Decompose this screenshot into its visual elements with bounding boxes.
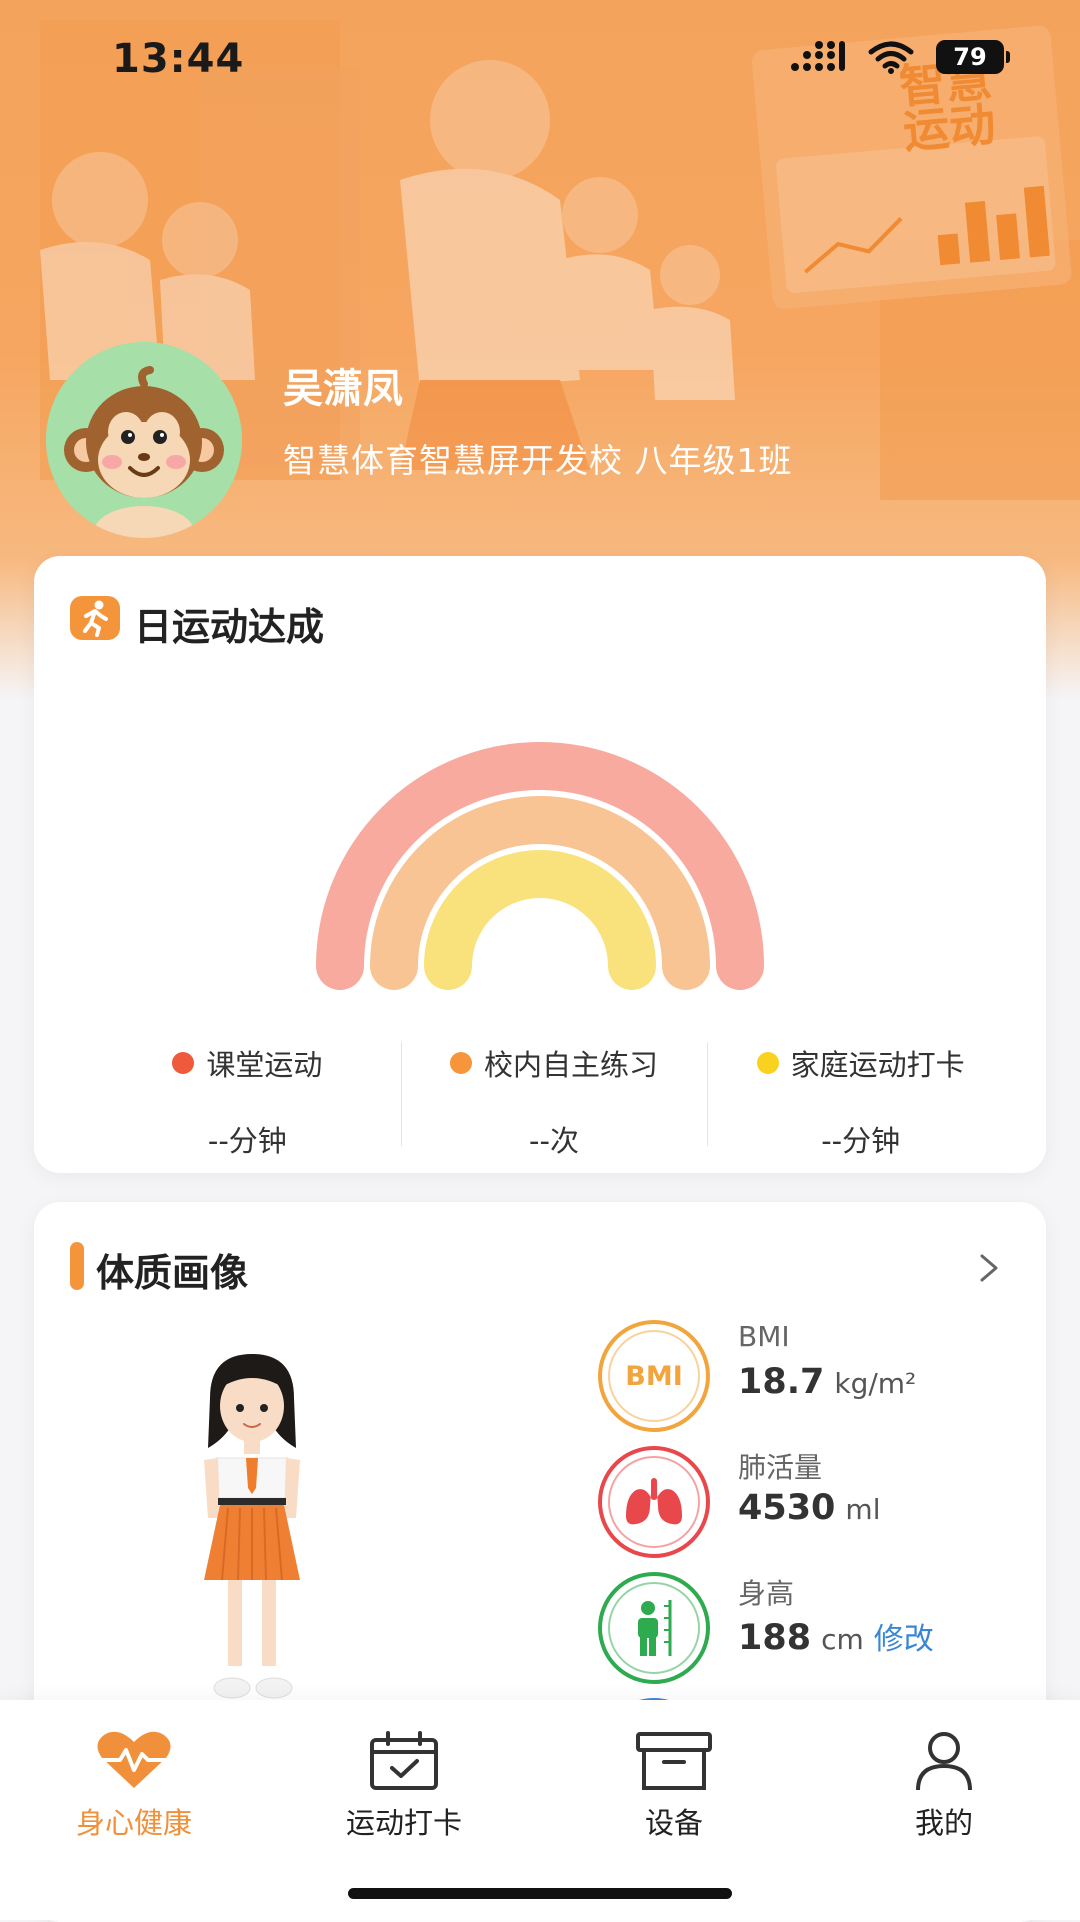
- cellular-signal-icon: [791, 41, 845, 71]
- bottom-tab-bar: 身心健康 运动打卡 设备 我的: [0, 1700, 1080, 1920]
- stat-value: --次: [529, 1124, 579, 1158]
- tab-checkin[interactable]: 运动打卡: [304, 1730, 504, 1842]
- student-figure-image: [204, 1354, 300, 1699]
- metric-unit: cm: [821, 1623, 864, 1656]
- metric-value-line: 4530 ml: [738, 1488, 880, 1528]
- activity-stats: 课堂运动 --分钟 校内自主练习 --次 家庭运动打卡 --分钟: [94, 1032, 1014, 1158]
- stat-label: 校内自主练习: [484, 1048, 659, 1082]
- user-school-class: 智慧体育智慧屏开发校 八年级1班: [283, 441, 793, 480]
- status-time: 13:44: [112, 36, 245, 82]
- tab-label: 设备: [644, 1806, 703, 1840]
- ring-home-checkin: [424, 850, 656, 990]
- tab-label: 身心健康: [75, 1806, 192, 1840]
- metric-lung-capacity[interactable]: 肺活量 4530 ml: [598, 1446, 1018, 1566]
- calendar-check-icon: [370, 1731, 438, 1790]
- legend-dot: [756, 1052, 779, 1074]
- stat-label: 课堂运动: [206, 1048, 323, 1082]
- metric-height[interactable]: 身高 188 cm 修改: [598, 1572, 1018, 1692]
- bmi-icon: BMI: [598, 1320, 710, 1432]
- metric-value: 4530: [738, 1488, 836, 1528]
- metric-unit: kg/m²: [834, 1367, 917, 1400]
- stat-value: --分钟: [207, 1124, 287, 1158]
- stat-self-practice: 校内自主练习 --次: [400, 1032, 708, 1158]
- tab-health[interactable]: 身心健康: [34, 1730, 234, 1842]
- body-profile-title: 体质画像: [96, 1251, 249, 1295]
- home-indicator[interactable]: [348, 1888, 732, 1899]
- legend-dot: [450, 1052, 472, 1074]
- battery-level: 79: [953, 43, 987, 71]
- running-icon: [70, 596, 120, 640]
- daily-activity-title: 日运动达成: [134, 605, 325, 649]
- chevron-right-icon[interactable]: [974, 1248, 1004, 1288]
- monkey-avatar-icon: [46, 342, 242, 538]
- status-icons: 79: [790, 40, 1010, 74]
- tab-label: 我的: [914, 1806, 973, 1840]
- bmi-icon-text: BMI: [625, 1360, 683, 1392]
- stat-classroom: 课堂运动 --分钟: [94, 1032, 401, 1158]
- user-name: 吴潇凤: [283, 366, 403, 412]
- metric-unit: ml: [845, 1493, 881, 1526]
- title-accent-bar: [70, 1242, 84, 1290]
- user-icon: [916, 1732, 972, 1791]
- metric-bmi[interactable]: BMI BMI 18.7 kg/m²: [598, 1320, 1018, 1440]
- stat-label: 家庭运动打卡: [790, 1048, 965, 1082]
- tab-devices[interactable]: 设备: [574, 1730, 774, 1842]
- activity-rainbow-rings: [316, 742, 764, 990]
- battery-indicator: 79: [936, 40, 1010, 74]
- metric-label: BMI: [738, 1320, 790, 1353]
- tab-label: 运动打卡: [345, 1806, 462, 1840]
- legend-dot: [172, 1052, 195, 1074]
- metric-label: 肺活量: [738, 1451, 823, 1484]
- device-box-icon: [636, 1732, 712, 1790]
- stat-home-checkin: 家庭运动打卡 --分钟: [707, 1032, 1014, 1158]
- metric-value-line: 188 cm 修改: [738, 1614, 934, 1658]
- metric-value: 188: [738, 1618, 812, 1658]
- lungs-icon: [598, 1446, 710, 1558]
- metric-label: 身高: [738, 1577, 795, 1610]
- avatar[interactable]: [46, 342, 242, 538]
- stat-value: --分钟: [821, 1124, 901, 1158]
- heart-pulse-icon: [97, 1731, 171, 1788]
- wifi-icon: [868, 41, 914, 74]
- tab-profile[interactable]: 我的: [844, 1730, 1044, 1842]
- height-icon: [598, 1572, 710, 1684]
- metric-value-line: 18.7 kg/m²: [738, 1362, 916, 1402]
- metric-value: 18.7: [738, 1362, 825, 1402]
- status-bar: 13:44 79: [0, 0, 1080, 120]
- edit-height-link[interactable]: 修改: [874, 1622, 934, 1657]
- daily-activity-card: 日运动达成 课堂运动 --分钟 校内自主练习 --次 家庭运动打卡 --分钟: [34, 556, 1046, 1173]
